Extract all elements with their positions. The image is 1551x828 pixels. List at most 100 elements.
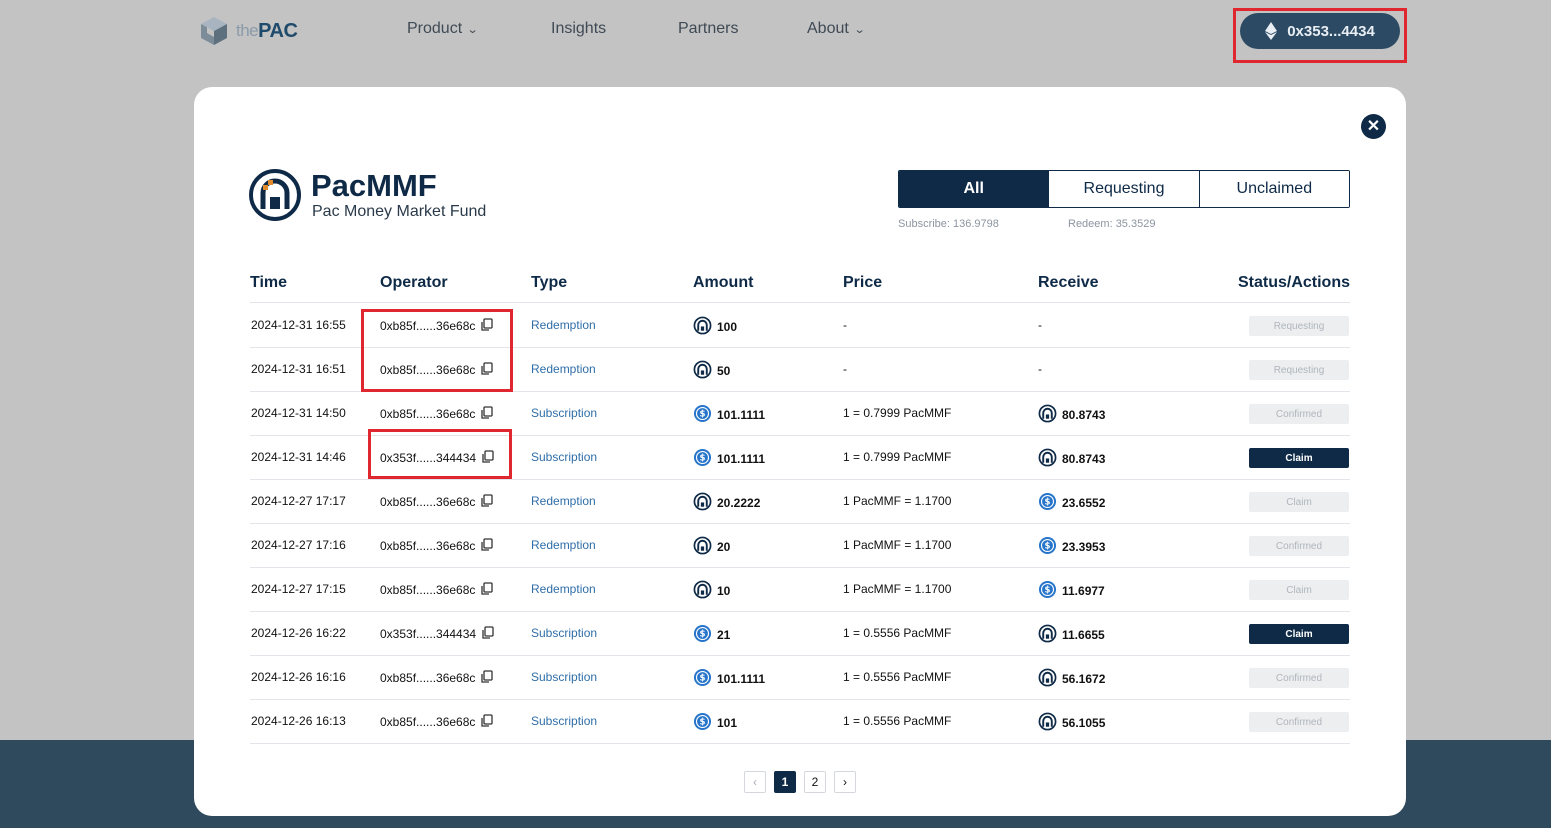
claim-button[interactable]: Claim	[1249, 624, 1349, 644]
cell-type: Subscription	[531, 450, 597, 464]
copy-icon[interactable]	[480, 494, 494, 510]
table-row: 2024-12-26 16:13 0xb85f......36e68c Subscr…	[250, 700, 1350, 744]
cell-operator: 0xb85f......36e68c	[380, 538, 494, 554]
pacmmf-coin-icon	[693, 536, 712, 558]
time-text: 2024-12-26 16:16	[251, 670, 346, 684]
price-text: -	[843, 362, 847, 376]
cell-price: -	[843, 362, 847, 376]
nav-about[interactable]: About ⌄	[807, 20, 865, 38]
tab-requesting[interactable]: Requesting	[1049, 171, 1200, 207]
wallet-highlight-box	[1233, 8, 1407, 63]
time-text: 2024-12-31 16:55	[251, 318, 346, 332]
operator-text: 0xb85f......36e68c	[380, 671, 476, 685]
tab-all[interactable]: All	[899, 171, 1050, 207]
receive-text: 11.6977	[1062, 584, 1105, 598]
operator-text: 0xb85f......36e68c	[380, 715, 476, 729]
type-text: Redemption	[531, 318, 596, 332]
cell-receive: $11.6977	[1038, 580, 1105, 602]
cell-amount: 20.2222	[693, 492, 760, 514]
cell-type: Subscription	[531, 406, 597, 420]
table-row: 2024-12-26 16:22 0x353f......344434 Subscr…	[250, 612, 1350, 656]
pacmmf-coin-icon	[1038, 448, 1057, 470]
copy-icon[interactable]	[480, 670, 494, 686]
amount-text: 101.1111	[717, 452, 766, 466]
status-badge: Confirmed	[1249, 536, 1349, 556]
redeem-total: Redeem: 35.3529	[1068, 218, 1156, 230]
amount-text: 101.1111	[717, 672, 766, 686]
receive-text: 23.3953	[1062, 540, 1106, 554]
col-type: Type	[531, 274, 568, 291]
price-text: 1 PacMMF = 1.1700	[843, 538, 952, 552]
cell-operator: 0xb85f......36e68c	[380, 670, 494, 686]
copy-icon[interactable]	[480, 406, 494, 422]
cell-receive: 56.1055	[1038, 712, 1105, 734]
amount-text: 101.1111	[717, 408, 766, 422]
usdc-coin-icon: $	[693, 448, 712, 470]
pacmmf-coin-icon	[693, 360, 712, 382]
svg-text:$: $	[700, 454, 706, 464]
close-button[interactable]: ✕	[1361, 114, 1386, 139]
transactions-modal: ✕ PacMMF Pac Money Market Fund All Reque…	[194, 87, 1406, 816]
col-price: Price	[843, 274, 883, 291]
thepac-logo[interactable]: the PAC	[198, 14, 298, 48]
page-2-button[interactable]: 2	[804, 771, 826, 793]
cell-type: Subscription	[531, 714, 597, 728]
cell-receive: -	[1038, 362, 1042, 376]
copy-icon[interactable]	[480, 714, 494, 730]
cell-price: 1 = 0.5556 PacMMF	[843, 714, 951, 728]
cell-price: 1 PacMMF = 1.1700	[843, 582, 951, 596]
copy-icon[interactable]	[480, 582, 494, 598]
claim-button[interactable]: Claim	[1249, 448, 1349, 468]
fund-title: PacMMF	[311, 168, 437, 203]
table-header: Time Operator Type Amount Price Receive …	[250, 271, 1350, 303]
usdc-coin-icon: $	[1038, 580, 1057, 602]
cell-type: Redemption	[531, 494, 596, 508]
table-row: 2024-12-27 17:15 0xb85f......36e68c Redemp…	[250, 568, 1350, 612]
operator-text: 0x353f......344434	[380, 627, 477, 641]
next-page-button[interactable]: ›	[834, 771, 856, 793]
cell-operator: 0xb85f......36e68c	[380, 582, 494, 598]
time-text: 2024-12-27 17:15	[251, 582, 346, 596]
status-badge: Confirmed	[1249, 712, 1349, 732]
svg-text:$: $	[1045, 586, 1051, 596]
receive-text: 11.6655	[1062, 628, 1105, 642]
time-text: 2024-12-31 14:46	[251, 450, 346, 464]
amount-text: 20.2222	[717, 496, 761, 510]
svg-text:$: $	[700, 674, 706, 684]
tab-unclaimed[interactable]: Unclaimed	[1199, 171, 1349, 207]
copy-icon[interactable]	[480, 538, 494, 554]
receive-text: 80.8743	[1062, 408, 1106, 422]
price-text: 1 = 0.5556 PacMMF	[843, 626, 952, 640]
nav-partners-label: Partners	[678, 20, 739, 37]
nav-partners[interactable]: Partners	[678, 20, 738, 38]
cell-time: 2024-12-27 17:16	[251, 538, 346, 552]
cell-receive: $23.6552	[1038, 492, 1105, 514]
amount-text: 101	[717, 716, 738, 730]
usdc-coin-icon: $	[1038, 536, 1057, 558]
nav-product[interactable]: Product ⌄	[407, 20, 479, 38]
cell-price: 1 PacMMF = 1.1700	[843, 538, 951, 552]
status-badge: Confirmed	[1249, 404, 1349, 424]
type-text: Redemption	[531, 362, 596, 376]
nav-insights[interactable]: Insights	[551, 20, 606, 38]
cell-time: 2024-12-26 16:13	[251, 714, 346, 728]
page-1-button[interactable]: 1	[774, 771, 796, 793]
receive-text: 23.6552	[1062, 496, 1106, 510]
copy-icon[interactable]	[481, 626, 494, 642]
cell-time: 2024-12-31 14:50	[251, 406, 346, 420]
pagination: ‹ 1 2 ›	[744, 771, 856, 793]
cell-time: 2024-12-31 16:51	[251, 362, 346, 376]
nav-insights-label: Insights	[551, 20, 607, 37]
cell-price: 1 = 0.7999 PacMMF	[843, 450, 951, 464]
prev-page-button[interactable]: ‹	[744, 771, 766, 793]
price-text: 1 = 0.5556 PacMMF	[843, 714, 952, 728]
price-text: 1 PacMMF = 1.1700	[843, 582, 952, 596]
operator-highlight-box	[361, 309, 513, 392]
usdc-coin-icon: $	[693, 624, 712, 646]
filter-tabs: All Requesting Unclaimed	[898, 170, 1350, 208]
logo-text-the: the	[236, 21, 259, 40]
usdc-coin-icon: $	[693, 404, 712, 426]
cell-time: 2024-12-31 14:46	[251, 450, 346, 464]
receive-text: -	[1038, 318, 1042, 332]
cell-amount: $101.1111	[693, 448, 765, 470]
